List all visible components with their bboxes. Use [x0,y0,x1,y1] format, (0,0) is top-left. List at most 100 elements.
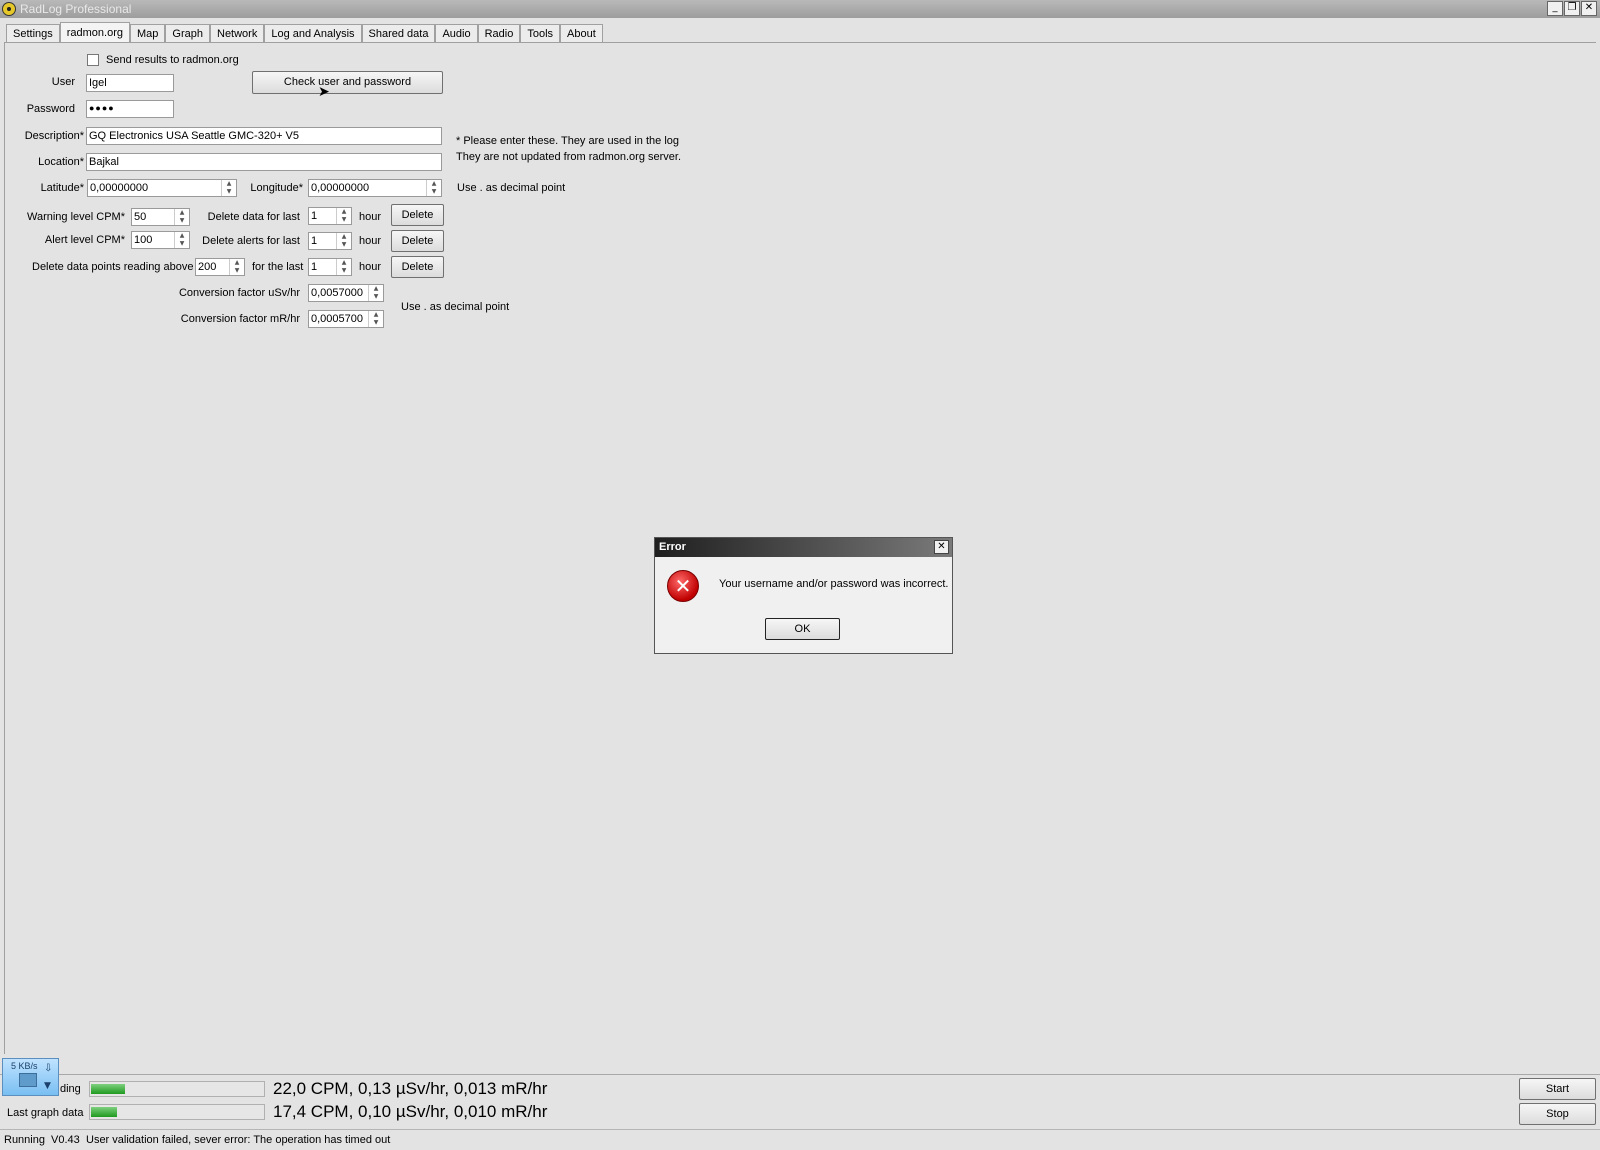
password-input[interactable]: ●●●● [86,100,174,118]
chevron-down-icon[interactable]: ▼ [44,1081,51,1091]
spinner-arrows-icon[interactable]: ▲ ▼ [336,259,351,275]
hour-label: hour [359,235,382,247]
hour-label: hour [359,211,382,223]
usv-factor-spinner[interactable]: 0,0057000 ▲ ▼ [308,284,384,302]
monitor-icon [19,1073,37,1087]
tab-settings[interactable]: Settings [6,24,60,43]
warning-level-value: 50 [134,211,147,223]
tab-log-analysis[interactable]: Log and Analysis [264,24,362,43]
error-x-icon: ✕ [667,570,699,602]
network-speed-widget[interactable]: 5 KB/s ⇩ ▼ [2,1058,59,1096]
password-label: Password [26,103,75,115]
error-dialog: Error ✕ ✕ Your username and/or password … [654,537,953,654]
description-label: Description* [24,130,84,142]
send-results-checkbox[interactable] [87,54,99,66]
ok-button[interactable]: OK [765,618,840,640]
usv-factor-value: 0,0057000 [311,287,363,299]
delete-data-label: Delete data for last [207,211,300,223]
location-label: Location* [38,156,84,168]
mr-factor-label: Conversion factor mR/hr [180,313,300,325]
status-running: Running [4,1134,45,1146]
delete-alerts-spinner[interactable]: 1 ▲ ▼ [308,232,352,250]
tab-map[interactable]: Map [130,24,166,43]
check-user-password-button[interactable]: Check user and password [252,71,443,94]
dialog-title-bar: Error ✕ [655,538,952,557]
start-button[interactable]: Start [1519,1078,1596,1100]
longitude-value: 0,00000000 [311,182,370,194]
note-line-1: * Please enter these. They are used in t… [456,135,679,147]
longitude-spinner[interactable]: 0,00000000 ▲ ▼ [308,179,442,197]
mr-factor-spinner[interactable]: 0,0005700 ▲ ▼ [308,310,384,328]
tab-radmon[interactable]: radmon.org [59,22,131,43]
tab-network[interactable]: Network [210,24,265,43]
spinner-arrows-icon[interactable]: ▲ ▼ [368,285,383,301]
tab-about[interactable]: About [560,24,603,43]
tab-shared-data[interactable]: Shared data [361,24,436,43]
status-version: V0.43 [51,1134,80,1146]
decimal-note-2: Use . as decimal point [401,301,510,313]
delete-alerts-label: Delete alerts for last [202,235,300,247]
minimize-button[interactable]: _ [1547,1,1563,16]
window-title: RadLog Professional [20,2,132,16]
close-button[interactable]: ✕ [1581,1,1597,16]
net-speed-text: 5 KB/s [11,1061,38,1071]
spinner-arrows-icon[interactable]: ▲ ▼ [221,180,236,196]
last-reading-bar-fill [91,1084,125,1094]
user-label: User [51,76,75,88]
title-bar: RadLog Professional _ ❐ ✕ [0,0,1600,18]
location-input[interactable]: Bajkal [86,153,442,171]
dialog-message: Your username and/or password was incorr… [719,578,949,590]
delete-alerts-value: 1 [311,235,318,247]
alert-level-label: Alert level CPM* [44,234,125,246]
delete-above-label: Delete data points reading above [32,261,194,273]
send-results-label: Send results to radmon.org [106,54,239,66]
last-reading-bar [89,1081,265,1097]
last-graph-value: 17,4 CPM, 0,10 µSv/hr, 0,010 mR/hr [273,1102,548,1121]
spinner-arrows-icon[interactable]: ▲ ▼ [426,180,441,196]
spinner-arrows-icon[interactable]: ▲ ▼ [229,259,244,275]
delete-alerts-button[interactable]: Delete [391,230,444,252]
status-bar: Running V0.43 User validation failed, se… [0,1129,1600,1150]
alert-level-spinner[interactable]: 100 ▲ ▼ [131,231,190,249]
dialog-close-button[interactable]: ✕ [934,540,949,554]
warning-level-spinner[interactable]: 50 ▲ ▼ [131,208,190,226]
tab-radio[interactable]: Radio [477,24,521,43]
delete-data-button[interactable]: Delete [391,204,444,226]
usv-factor-label: Conversion factor uSv/hr [178,287,300,299]
tab-audio[interactable]: Audio [435,24,478,43]
mouse-cursor-icon: ➤ [318,84,330,100]
hour-label: hour [359,261,382,273]
spinner-arrows-icon[interactable]: ▲ ▼ [368,311,383,327]
spinner-arrows-icon[interactable]: ▲ ▼ [174,209,189,225]
stop-button[interactable]: Stop [1519,1103,1596,1125]
bottom-divider [0,1074,1600,1075]
delete-above-value: 200 [198,261,217,273]
tab-divider [4,42,1596,43]
last-reading-value: 22,0 CPM, 0,13 µSv/hr, 0,013 mR/hr [273,1079,548,1098]
note-line-2: They are not updated from radmon.org ser… [456,151,682,163]
spinner-arrows-icon[interactable]: ▲ ▼ [174,232,189,248]
spinner-arrows-icon[interactable]: ▲ ▼ [336,233,351,249]
last-graph-bar [89,1104,265,1120]
for-last-spinner[interactable]: 1 ▲ ▼ [308,258,352,276]
mr-factor-value: 0,0005700 [311,313,363,325]
restore-button[interactable]: ❐ [1564,1,1580,16]
last-graph-label: Last graph data [7,1107,84,1119]
for-last-label: for the last [252,261,304,273]
delete-data-spinner[interactable]: 1 ▲ ▼ [308,207,352,225]
delete-above-button[interactable]: Delete [391,256,444,278]
delete-above-spinner[interactable]: 200 ▲ ▼ [195,258,245,276]
spinner-arrows-icon[interactable]: ▲ ▼ [336,208,351,224]
last-graph-bar-fill [91,1107,117,1117]
user-input[interactable]: Igel [86,74,174,92]
tab-graph[interactable]: Graph [165,24,210,43]
alert-level-value: 100 [134,234,153,246]
dialog-title: Error [659,541,686,553]
decimal-note: Use . as decimal point [457,182,566,194]
download-icon: ⇩ [44,1063,53,1074]
tab-tools[interactable]: Tools [520,24,561,43]
latitude-spinner[interactable]: 0,00000000 ▲ ▼ [87,179,237,197]
radiation-icon [2,2,16,16]
description-input[interactable]: GQ Electronics USA Seattle GMC-320+ V5 [86,127,442,145]
status-message: User validation failed, sever error: The… [86,1134,391,1146]
